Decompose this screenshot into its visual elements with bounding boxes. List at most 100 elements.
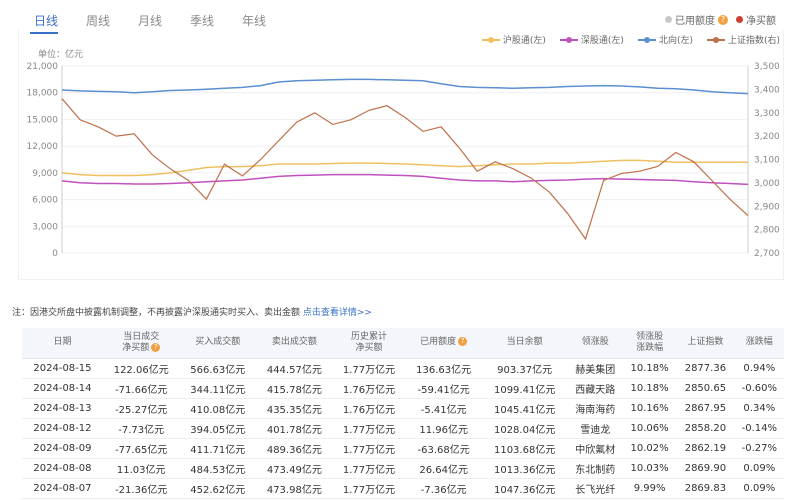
- table-cell[interactable]: 长飞光纤: [567, 478, 624, 499]
- table-cell: 1045.41亿元: [481, 398, 568, 419]
- table-cell: 401.78亿元: [256, 418, 333, 439]
- table-cell: 2877.36: [676, 358, 735, 379]
- table-cell: -5.41亿元: [405, 398, 482, 419]
- table-cell: -59.41亿元: [405, 378, 482, 399]
- table-cell: 1.76万亿元: [332, 398, 406, 419]
- table-cell: 1013.36亿元: [481, 458, 568, 479]
- table-cell[interactable]: 赫美集团: [567, 358, 624, 379]
- table-cell: 2862.19: [676, 438, 735, 459]
- table-cell: 9.99%: [623, 478, 677, 499]
- table-cell: 0.94%: [734, 358, 784, 379]
- y-left-tick-label: 21,000: [27, 62, 59, 72]
- y-right-tick-label: 3,300: [754, 109, 780, 119]
- table-cell: 2869.83: [676, 478, 735, 499]
- column-header: 上证指数: [676, 328, 735, 359]
- table-cell: 1.76万亿元: [332, 378, 406, 399]
- table-cell[interactable]: 中欣氟材: [567, 438, 624, 459]
- table-cell: 411.71亿元: [179, 438, 257, 459]
- y-right-tick-label: 3,400: [754, 85, 780, 95]
- table-cell: 2024-08-15: [22, 358, 103, 379]
- y-left-tick-label: 3,000: [32, 222, 58, 232]
- notice-text: 注：因港交所盘中披露机制调整，不再披露沪深股通实时买入、卖出金额 点击查看详情>…: [12, 305, 372, 318]
- table-cell: 2858.20: [676, 418, 735, 439]
- table-cell[interactable]: 海南海药: [567, 398, 624, 419]
- table-cell: 452.62亿元: [179, 478, 257, 499]
- table-cell[interactable]: 雪迪龙: [567, 418, 624, 439]
- table-cell: 26.64亿元: [405, 458, 482, 479]
- table-cell: 2850.65: [676, 378, 735, 399]
- table-cell: -0.60%: [734, 378, 784, 399]
- table-cell: 473.98亿元: [256, 478, 333, 499]
- table-cell: 415.78亿元: [256, 378, 333, 399]
- table-cell: -63.68亿元: [405, 438, 482, 459]
- table-cell: 1047.36亿元: [481, 478, 568, 499]
- table-cell: 1.77万亿元: [332, 478, 406, 499]
- table-row[interactable]: 2024-08-12 -7.73亿元 394.05亿元 401.78亿元 1.77万亿元…: [22, 418, 784, 439]
- table-cell: 10.18%: [623, 358, 677, 379]
- table-cell: 10.18%: [623, 378, 677, 399]
- table-row[interactable]: 2024-08-07 -21.36亿元 452.62亿元 473.98亿元 1.77万亿…: [22, 478, 784, 499]
- table-cell: 566.63亿元: [179, 358, 257, 379]
- table-cell: 10.06%: [623, 418, 677, 439]
- table-cell: 10.16%: [623, 398, 677, 419]
- table-cell: 11.96亿元: [405, 418, 482, 439]
- table-cell: 2024-08-09: [22, 438, 103, 459]
- column-header: 领涨股: [567, 328, 624, 359]
- y-left-tick-label: 12,000: [27, 142, 59, 152]
- table-cell: 903.37亿元: [481, 358, 568, 379]
- table-row[interactable]: 2024-08-15 122.06亿元 566.63亿元 444.57亿元 1.77万亿…: [22, 358, 784, 379]
- y-left-tick-label: 18,000: [27, 89, 59, 99]
- table-cell: 2869.90: [676, 458, 735, 479]
- table-cell: 2867.95: [676, 398, 735, 419]
- table-cell: 435.35亿元: [256, 398, 333, 419]
- table-cell: -21.36亿元: [102, 478, 180, 499]
- table-cell: -71.66亿元: [102, 378, 180, 399]
- table-row[interactable]: 2024-08-13 -25.27亿元 410.08亿元 435.35亿元 1.76万亿…: [22, 398, 784, 419]
- table-cell: 484.53亿元: [179, 458, 257, 479]
- details-link[interactable]: 点击查看详情>>: [303, 308, 372, 318]
- column-header: 日期: [22, 328, 103, 359]
- table-cell[interactable]: 东北制药: [567, 458, 624, 479]
- column-header: 买入成交额: [179, 328, 257, 359]
- column-header: 当日余额: [481, 328, 568, 359]
- series-line-北向(左): [61, 78, 749, 95]
- table-cell: 1.77万亿元: [332, 358, 406, 379]
- table-row[interactable]: 2024-08-14 -71.66亿元 344.11亿元 415.78亿元 1.76万亿…: [22, 378, 784, 399]
- table-cell: 10.03%: [623, 458, 677, 479]
- table-cell: 2024-08-08: [22, 458, 103, 479]
- y-right-tick-label: 2,800: [754, 226, 780, 236]
- table-header-row: 日期 当日成交 净买额? 买入成交额 卖出成交额 历史累计 净买额 已用额度? 当日余额 领涨股领…: [22, 328, 784, 359]
- table-cell: 1.77万亿元: [332, 418, 406, 439]
- table-row[interactable]: 2024-08-09 -77.65亿元 411.71亿元 489.36亿元 1.77万亿…: [22, 438, 784, 459]
- table-cell: 10.02%: [623, 438, 677, 459]
- table-cell: 473.49亿元: [256, 458, 333, 479]
- table-cell: 410.08亿元: [179, 398, 257, 419]
- table-cell: 2024-08-12: [22, 418, 103, 439]
- table-cell: 1099.41亿元: [481, 378, 568, 399]
- table-cell: 2024-08-07: [22, 478, 103, 499]
- table-row[interactable]: 2024-08-08 11.03亿元 484.53亿元 473.49亿元 1.77万亿元…: [22, 458, 784, 479]
- table-cell: 1.77万亿元: [332, 438, 406, 459]
- y-right-tick-label: 2,900: [754, 202, 780, 212]
- column-header: 领涨股 涨跌幅: [623, 328, 677, 359]
- y-left-tick-label: 6,000: [32, 196, 58, 206]
- table-cell: 444.57亿元: [256, 358, 333, 379]
- table-cell: -25.27亿元: [102, 398, 180, 419]
- table-cell: 0.34%: [734, 398, 784, 419]
- help-icon[interactable]: ?: [458, 337, 468, 347]
- line-chart: 0 3,000 6,000 9,000 12,000 15,000 18,000 21,000…: [27, 62, 781, 259]
- y-right-tick-label: 3,500: [754, 62, 780, 72]
- help-icon[interactable]: ?: [151, 342, 161, 352]
- y-right-tick-label: 3,200: [754, 132, 780, 142]
- table-cell: 344.11亿元: [179, 378, 257, 399]
- table-cell: 394.05亿元: [179, 418, 257, 439]
- table-cell: 136.63亿元: [405, 358, 482, 379]
- table-cell: -7.36亿元: [405, 478, 482, 499]
- table-cell: 0.09%: [734, 458, 784, 479]
- y-right-tick-label: 2,700: [754, 249, 780, 259]
- table-cell: -0.27%: [734, 438, 784, 459]
- table-cell: 1.77万亿元: [332, 458, 406, 479]
- column-header: 历史累计 净买额: [332, 328, 406, 359]
- column-header: 当日成交 净买额?: [102, 328, 180, 359]
- table-cell[interactable]: 西藏天路: [567, 378, 624, 399]
